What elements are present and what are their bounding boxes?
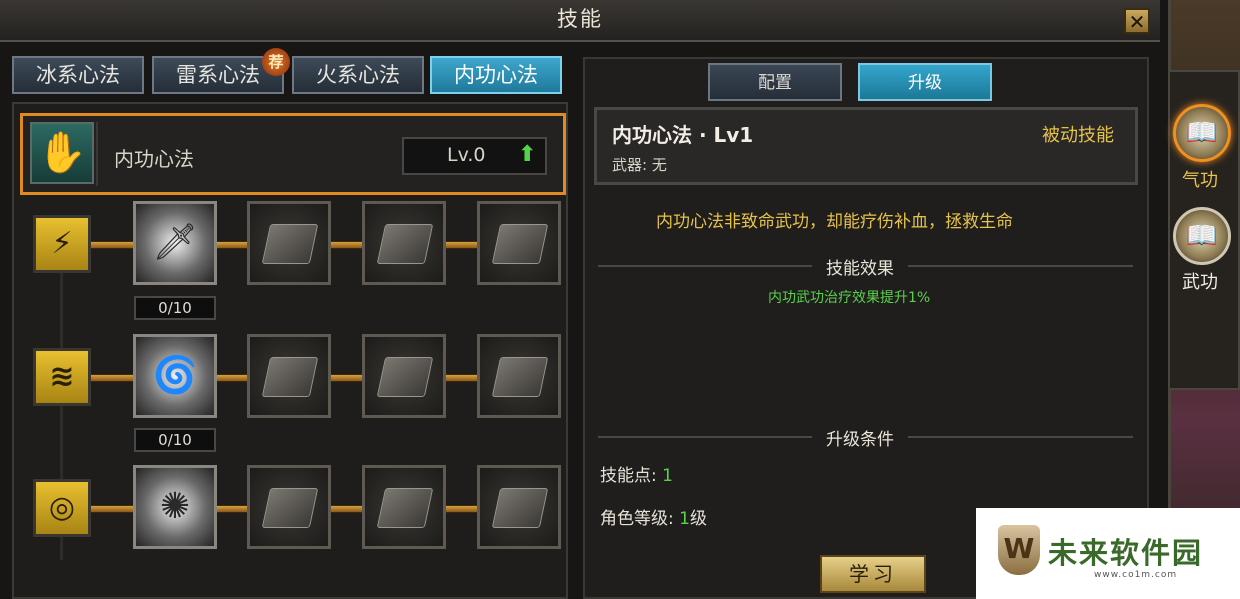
skill-points-row: 技能点: 1 — [600, 461, 673, 486]
book-icon — [491, 488, 549, 528]
tab-ice[interactable]: 冰系心法 — [12, 56, 144, 94]
tab-fire[interactable]: 火系心法 — [292, 56, 424, 94]
connector — [91, 374, 135, 382]
skill-slot-locked[interactable] — [247, 334, 331, 418]
book-icon — [376, 224, 434, 264]
connector — [217, 241, 249, 249]
skill-slot-vortex[interactable]: 🌀 — [133, 334, 217, 418]
conditions-section-title: 升级条件 — [812, 425, 908, 450]
book-icon — [261, 357, 319, 397]
skill-slot-locked[interactable] — [247, 465, 331, 549]
tab-upgrade[interactable]: 升级 — [858, 63, 992, 101]
info-title: 内功心法 · Lv1 — [612, 123, 754, 147]
watermark-name: 未来软件园 — [1048, 536, 1204, 570]
martial-tab-button[interactable]: 📖 — [1173, 207, 1231, 265]
connector — [331, 374, 363, 382]
connector — [91, 241, 135, 249]
skill-counter: 0/10 — [134, 428, 216, 452]
skill-slot-locked[interactable] — [477, 201, 561, 285]
vortex-icon: ≋ — [33, 348, 91, 406]
close-button[interactable]: ✕ — [1124, 8, 1150, 34]
book-icon — [376, 488, 434, 528]
book-icon — [491, 357, 549, 397]
connector — [91, 505, 135, 513]
weapon-requirement: 武器: 无 — [612, 156, 667, 174]
role-level-value: 1 — [679, 509, 690, 529]
qigong-tab-button[interactable]: 📖 — [1173, 104, 1231, 162]
skill-slot-locked[interactable] — [477, 465, 561, 549]
book-icon — [261, 488, 319, 528]
book-icon: 📖 — [1185, 118, 1219, 148]
skill-counter: 0/10 — [134, 296, 216, 320]
skill-slot-orb[interactable]: ✺ — [133, 465, 217, 549]
connector — [217, 505, 249, 513]
effect-section-title: 技能效果 — [812, 254, 908, 279]
tab-inner-power[interactable]: 内功心法 — [430, 56, 562, 94]
qigong-tab-label[interactable]: 气功 — [1182, 166, 1218, 192]
skill-slot-sword[interactable]: 🗡 — [133, 201, 217, 285]
role-level-unit: 级 — [689, 509, 707, 529]
watermark-url: www.co1m.com — [1094, 570, 1178, 580]
book-icon — [491, 224, 549, 264]
effect-text: 内功武功治疗效果提升1% — [768, 290, 931, 306]
skill-slot-locked[interactable] — [247, 201, 331, 285]
book-icon: 📖 — [1185, 221, 1219, 251]
whirlwind-icon: 🌀 — [152, 355, 198, 396]
role-level-label: 角色等级: — [600, 509, 674, 529]
book-icon — [261, 224, 319, 264]
skill-points-label: 技能点: — [600, 466, 657, 486]
skill-level: Lv.0 — [447, 144, 486, 166]
sword-icon: 🗡 — [152, 222, 198, 263]
swirl-icon: ◎ — [33, 479, 91, 537]
header-divider — [96, 122, 98, 186]
connector — [331, 505, 363, 513]
connector — [446, 505, 478, 513]
window-title: 技能 — [0, 0, 1160, 42]
skill-slot-locked[interactable] — [362, 465, 446, 549]
energy-orb-icon: ✺ — [159, 486, 191, 527]
skill-name: 内功心法 — [114, 147, 194, 171]
connector — [331, 241, 363, 249]
skill-slot-locked[interactable] — [477, 334, 561, 418]
bolt-icon: ⚡ — [33, 215, 91, 273]
upgrade-arrow-icon[interactable]: ⬆ — [518, 142, 536, 167]
skill-points-value: 1 — [662, 466, 673, 486]
hand-icon: ✋ — [30, 122, 94, 184]
skill-type: 被动技能 — [1042, 125, 1114, 146]
skill-description: 内功心法非致命武功，却能疗伤补血，拯救生命 — [656, 212, 1013, 232]
shield-logo-icon: W — [998, 525, 1040, 575]
book-icon — [376, 357, 434, 397]
skill-slot-locked[interactable] — [362, 201, 446, 285]
martial-tab-label[interactable]: 武功 — [1182, 268, 1218, 294]
recommend-badge: 荐 — [262, 48, 290, 76]
connector — [446, 374, 478, 382]
tab-config[interactable]: 配置 — [708, 63, 842, 101]
role-level-row: 角色等级: 1级 — [600, 504, 707, 529]
skill-slot-locked[interactable] — [362, 334, 446, 418]
connector — [446, 241, 478, 249]
connector — [217, 374, 249, 382]
learn-button[interactable]: 学习 — [820, 555, 926, 593]
